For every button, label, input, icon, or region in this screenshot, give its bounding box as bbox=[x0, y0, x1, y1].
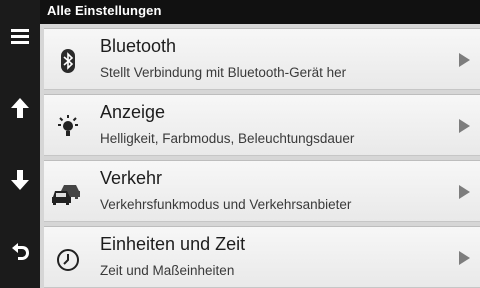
scroll-up-button[interactable] bbox=[0, 86, 40, 130]
chevron-right-icon bbox=[459, 119, 470, 133]
item-subtitle: Zeit und Maßeinheiten bbox=[100, 263, 235, 278]
item-title: Anzeige bbox=[100, 102, 166, 122]
item-subtitle: Stellt Verbindung mit Bluetooth-Gerät he… bbox=[100, 65, 347, 80]
bluetooth-icon bbox=[52, 45, 84, 77]
scroll-down-button[interactable] bbox=[0, 158, 40, 202]
arrow-down-icon bbox=[11, 170, 29, 190]
item-title: Verkehr bbox=[100, 168, 163, 188]
menu-button[interactable] bbox=[0, 14, 40, 58]
page-title: Alle Einstellungen bbox=[47, 3, 162, 18]
item-title: Einheiten und Zeit bbox=[100, 234, 246, 254]
chevron-right-icon bbox=[459, 53, 470, 67]
item-subtitle: Verkehrsfunkmodus und Verkehrsanbieter bbox=[100, 197, 352, 212]
traffic-icon bbox=[52, 177, 84, 209]
settings-item-einheiten-und-zeit[interactable]: Einheiten und Zeit Zeit und Maßeinheiten bbox=[44, 226, 480, 288]
arrow-up-icon bbox=[11, 98, 29, 118]
settings-item-bluetooth[interactable]: Bluetooth Stellt Verbindung mit Bluetoot… bbox=[44, 28, 480, 90]
settings-item-anzeige[interactable]: Anzeige Helligkeit, Farbmodus, Beleuchtu… bbox=[44, 94, 480, 156]
back-icon bbox=[12, 243, 29, 260]
clock-icon bbox=[52, 243, 84, 275]
settings-list: Bluetooth Stellt Verbindung mit Bluetoot… bbox=[40, 24, 480, 288]
brightness-icon bbox=[52, 111, 84, 143]
chevron-right-icon bbox=[459, 251, 470, 265]
settings-item-verkehr[interactable]: Verkehr Verkehrsfunkmodus und Verkehrsan… bbox=[44, 160, 480, 222]
chevron-right-icon bbox=[459, 185, 470, 199]
back-button[interactable] bbox=[0, 230, 40, 274]
title-bar: Alle Einstellungen bbox=[40, 0, 480, 25]
sidebar bbox=[0, 0, 40, 288]
menu-icon bbox=[11, 29, 29, 44]
item-subtitle: Helligkeit, Farbmodus, Beleuchtungsdauer bbox=[100, 131, 355, 146]
item-title: Bluetooth bbox=[100, 36, 177, 56]
